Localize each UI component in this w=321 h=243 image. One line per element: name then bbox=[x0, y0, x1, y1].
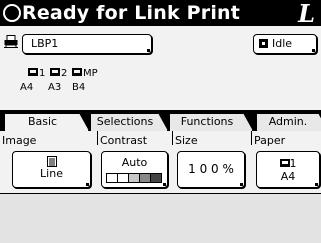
printer-panel: LBP1 Idle 1 A4 2 A3 MP B4 bbox=[0, 26, 321, 110]
paper-trays: 1 A4 2 A3 MP B4 bbox=[20, 68, 178, 100]
tab-selections[interactable]: Selections bbox=[90, 113, 168, 131]
tab-basic[interactable]: Basic bbox=[4, 113, 89, 131]
dropdown-corner-icon bbox=[312, 49, 315, 52]
paper-button[interactable]: 1 A4 bbox=[256, 151, 320, 188]
tray-size: B4 bbox=[72, 82, 86, 93]
image-mode-button[interactable]: Line bbox=[12, 151, 91, 188]
printer-icon bbox=[4, 35, 18, 48]
dropdown-corner-icon bbox=[86, 183, 89, 186]
divider bbox=[97, 131, 98, 145]
printer-name: LBP1 bbox=[31, 37, 59, 50]
tab-bar: Basic Selections Functions Admin. bbox=[0, 110, 321, 131]
dropdown-corner-icon bbox=[147, 49, 150, 52]
size-button[interactable]: 1 0 0 % bbox=[177, 151, 245, 188]
tray-mp: MP B4 bbox=[72, 68, 98, 93]
basic-settings-panel: Image Contrast Size Paper Line Auto 1 0 … bbox=[0, 131, 321, 194]
divider bbox=[172, 131, 173, 145]
paper-size-value: A4 bbox=[280, 170, 296, 183]
tab-functions[interactable]: Functions bbox=[169, 113, 253, 131]
tray-number: 1 bbox=[39, 68, 46, 79]
paper-tray-icon bbox=[28, 68, 38, 76]
contrast-level-segment bbox=[150, 173, 162, 183]
status-circle-icon bbox=[3, 4, 21, 22]
tab-admin[interactable]: Admin. bbox=[256, 113, 321, 131]
size-label: Size bbox=[175, 134, 198, 147]
title-bar: Ready for Link Print L bbox=[0, 0, 321, 28]
image-label: Image bbox=[2, 134, 37, 147]
contrast-button[interactable]: Auto bbox=[101, 151, 168, 188]
stop-icon bbox=[259, 39, 268, 48]
paper-tray-number: 1 bbox=[289, 157, 297, 170]
printer-select-button[interactable]: LBP1 bbox=[22, 34, 152, 54]
tray-size: A4 bbox=[20, 82, 34, 93]
tray-1: 1 A4 bbox=[20, 68, 46, 93]
printer-status-button[interactable]: Idle bbox=[253, 34, 317, 54]
printer-status: Idle bbox=[272, 37, 293, 50]
empty-area bbox=[0, 194, 321, 243]
dropdown-corner-icon bbox=[315, 183, 318, 186]
paper-tray-icon bbox=[50, 68, 60, 76]
paper-tray-icon bbox=[72, 68, 82, 76]
dropdown-corner-icon bbox=[163, 183, 166, 186]
contrast-level-bar bbox=[102, 173, 167, 183]
contrast-value: Auto bbox=[121, 156, 148, 169]
page-title: Ready for Link Print bbox=[22, 2, 241, 24]
brand-logo: L bbox=[298, 0, 315, 28]
image-mode-value: Line bbox=[40, 167, 63, 180]
size-value: 1 0 0 % bbox=[188, 162, 234, 176]
paper-label: Paper bbox=[254, 134, 286, 147]
contrast-label: Contrast bbox=[100, 134, 148, 147]
tray-2: 2 A3 bbox=[48, 68, 68, 93]
dropdown-corner-icon bbox=[240, 183, 243, 186]
tray-number: 2 bbox=[61, 68, 68, 79]
paper-tray-icon bbox=[279, 159, 290, 167]
divider bbox=[251, 131, 252, 145]
document-lines-icon bbox=[46, 156, 57, 167]
tray-number: MP bbox=[83, 68, 98, 79]
